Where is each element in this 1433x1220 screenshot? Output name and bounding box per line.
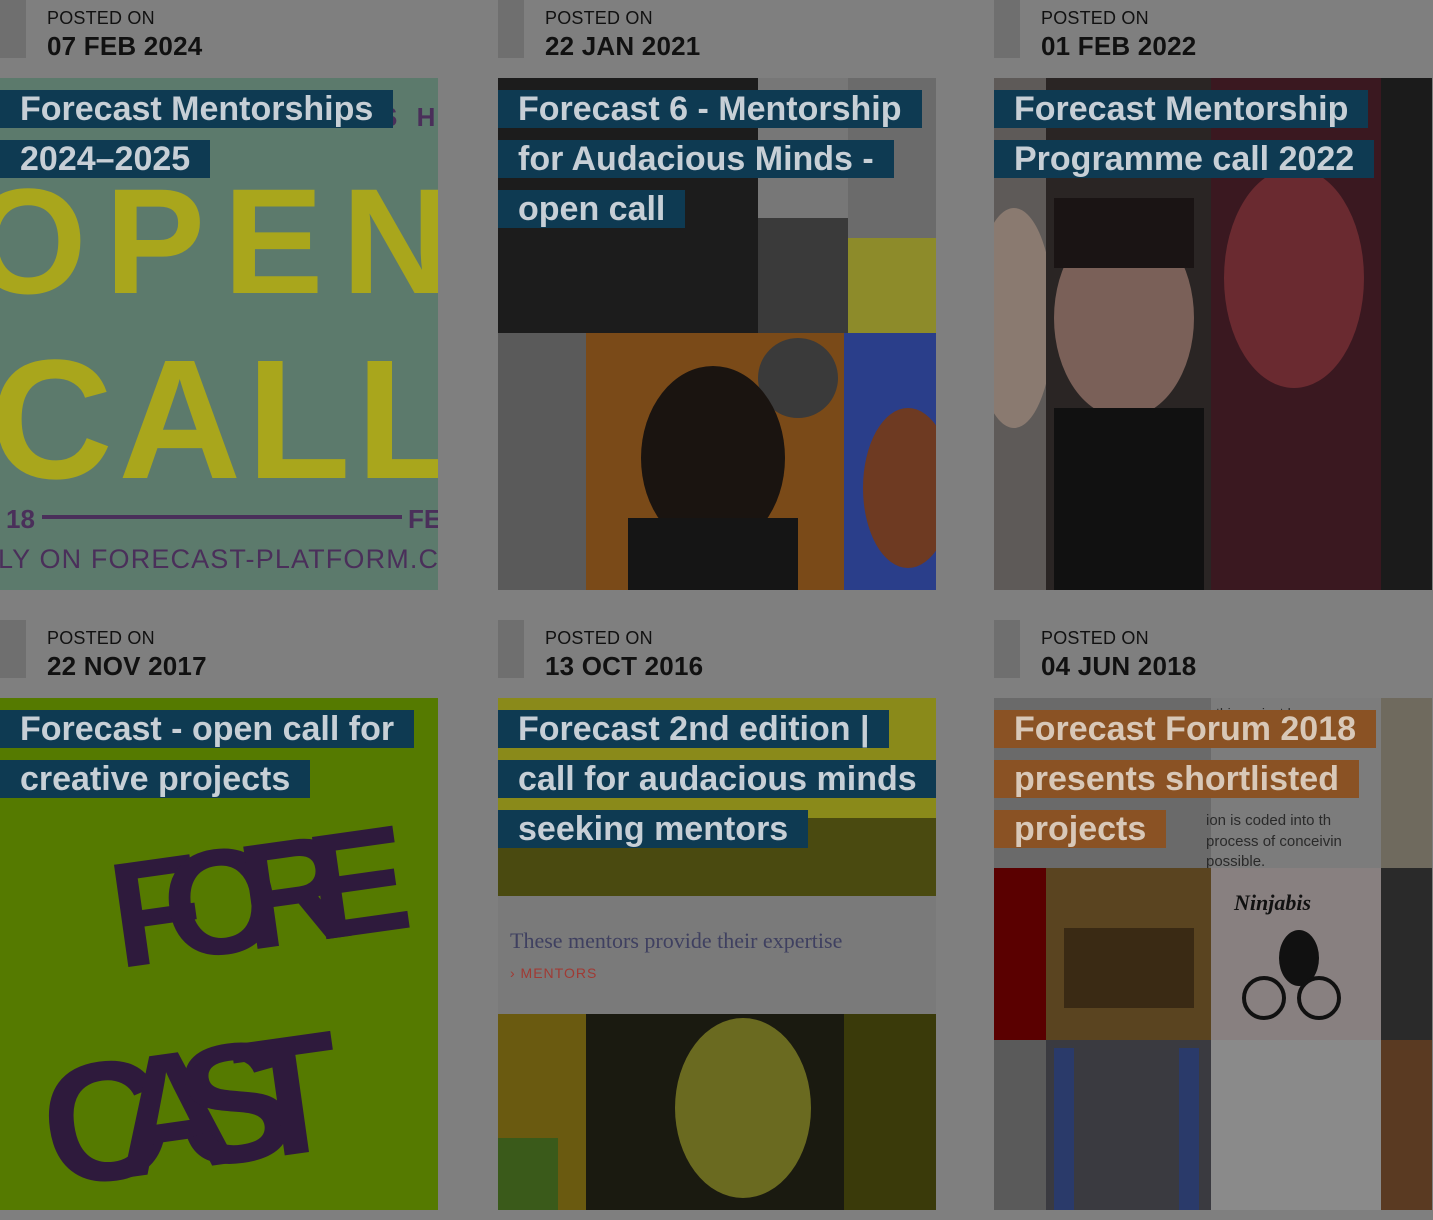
posted-label: POSTED ON bbox=[545, 8, 653, 28]
mentors-note-link: › MENTORS bbox=[510, 965, 597, 981]
post-title[interactable]: Forecast 6 - Mentorship for Audacious Mi… bbox=[498, 84, 922, 234]
post-card[interactable]: POSTED ON 01 FEB 2022 Forecast Mentorshi… bbox=[994, 0, 1432, 600]
poster-footer: LY ON FORECAST-PLATFORM.C bbox=[0, 544, 438, 574]
post-date: 13 OCT 2016 bbox=[545, 651, 704, 681]
post-date: 07 FEB 2024 bbox=[47, 31, 203, 61]
posted-label: POSTED ON bbox=[47, 8, 155, 28]
posted-label: POSTED ON bbox=[47, 628, 155, 648]
posts-grid: POSTED ON 07 FEB 2024 S H I OPEN CALL 18… bbox=[0, 0, 1433, 1213]
post-date: 04 JUN 2018 bbox=[1041, 651, 1197, 681]
posted-on: POSTED ON 13 OCT 2016 bbox=[498, 620, 936, 681]
post-thumbnail[interactable]: S H I OPEN CALL 18 FE LY ON FORECAST-PLA… bbox=[0, 78, 438, 590]
post-card[interactable]: POSTED ON 22 JAN 2021 Forecast 6 - Mento… bbox=[498, 0, 936, 600]
post-date: 22 NOV 2017 bbox=[47, 651, 207, 681]
post-thumbnail[interactable]: Forecast Mentorship Programme call 2022 bbox=[994, 78, 1432, 590]
post-thumbnail[interactable]: this project has ion is coded into th pr… bbox=[994, 698, 1432, 1210]
posted-label: POSTED ON bbox=[1041, 8, 1149, 28]
post-title[interactable]: Forecast - open call for creative projec… bbox=[0, 704, 420, 804]
post-thumbnail[interactable]: FORE CAST Forecast - open call for creat… bbox=[0, 698, 438, 1210]
post-card[interactable]: POSTED ON 22 NOV 2017 FORE CAST Forecast… bbox=[0, 620, 438, 1220]
post-thumbnail[interactable]: These mentors provide their expertise › … bbox=[498, 698, 936, 1210]
mentors-note-text: These mentors provide their expertise bbox=[510, 928, 842, 953]
post-date: 01 FEB 2022 bbox=[1041, 31, 1197, 61]
post-thumbnail[interactable]: Forecast 6 - Mentorship for Audacious Mi… bbox=[498, 78, 936, 590]
posted-on: POSTED ON 04 JUN 2018 bbox=[994, 620, 1432, 681]
posted-bar bbox=[994, 620, 1020, 678]
poster-abbr: FE bbox=[408, 504, 438, 534]
posted-bar bbox=[0, 0, 26, 58]
posted-label: POSTED ON bbox=[1041, 628, 1149, 648]
posted-bar bbox=[994, 0, 1020, 58]
poster-line2: CALL bbox=[0, 325, 438, 515]
post-title[interactable]: Forecast 2nd edition | call for audaciou… bbox=[498, 704, 936, 854]
posted-on: POSTED ON 01 FEB 2022 bbox=[994, 0, 1432, 61]
ninjabis-text: Ninjabis bbox=[1233, 890, 1311, 915]
post-date: 22 JAN 2021 bbox=[545, 31, 701, 61]
post-card[interactable]: POSTED ON 07 FEB 2024 S H I OPEN CALL 18… bbox=[0, 0, 438, 600]
post-card[interactable]: POSTED ON 13 OCT 2016 These mentors prov… bbox=[498, 620, 936, 1220]
projects-text-d: possible. bbox=[1206, 853, 1265, 870]
poster-number: 18 bbox=[6, 504, 35, 534]
posted-bar bbox=[0, 620, 26, 678]
posted-on: POSTED ON 07 FEB 2024 bbox=[0, 0, 438, 61]
post-title[interactable]: Forecast Forum 2018 presents shortlisted… bbox=[994, 704, 1414, 854]
posted-bar bbox=[498, 0, 524, 58]
posted-bar bbox=[498, 620, 524, 678]
post-title[interactable]: Forecast Mentorships 2024–2025 bbox=[0, 84, 420, 184]
posted-on: POSTED ON 22 JAN 2021 bbox=[498, 0, 936, 61]
post-title[interactable]: Forecast Mentorship Programme call 2022 bbox=[994, 84, 1414, 184]
posted-label: POSTED ON bbox=[545, 628, 653, 648]
posted-on: POSTED ON 22 NOV 2017 bbox=[0, 620, 438, 681]
post-card[interactable]: POSTED ON 04 JUN 2018 this project has i… bbox=[994, 620, 1432, 1220]
